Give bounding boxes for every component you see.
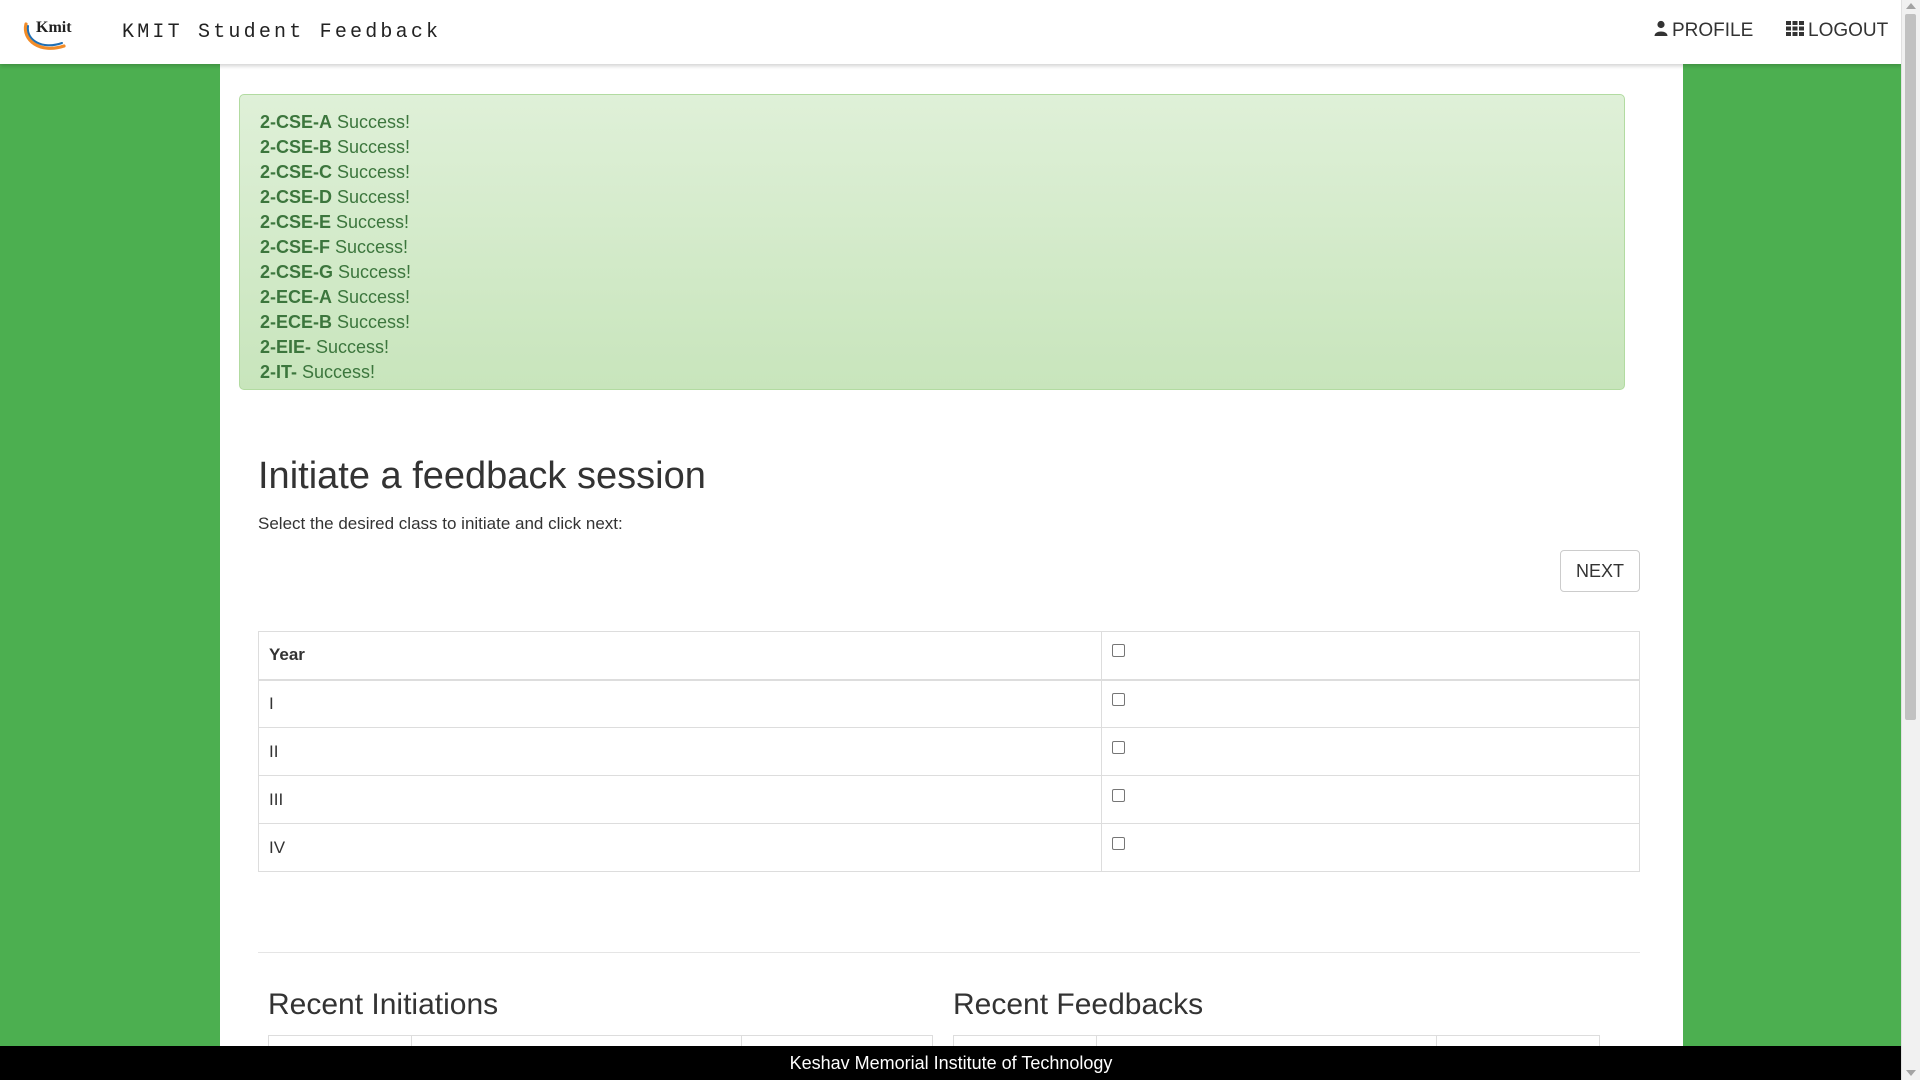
scrollbar-thumb[interactable] xyxy=(1905,14,1916,720)
kmit-logo[interactable]: Kmit xyxy=(20,10,80,54)
alert-status-text: Success! xyxy=(338,262,412,282)
page-instructions: Select the desired class to initiate and… xyxy=(258,514,623,533)
logout-label: LOGOUT xyxy=(1808,20,1889,41)
scroll-down-arrow-icon[interactable] xyxy=(1906,1070,1916,1076)
grid-icon xyxy=(1786,20,1804,42)
recent-feedbacks-table xyxy=(953,1035,1600,1046)
alert-line: 2-CSE-D Success! xyxy=(260,185,1604,210)
alert-line: 2-CSE-A Success! xyxy=(260,110,1604,135)
alert-line: 2-ECE-B Success! xyxy=(260,310,1604,335)
page-title: Initiate a feedback session xyxy=(258,455,706,497)
alert-status-text: Success! xyxy=(316,337,390,357)
year-checkbox[interactable] xyxy=(1112,740,1125,754)
main-content-panel: 2-CSE-A Success! 2-CSE-B Success! 2-CSE-C … xyxy=(220,64,1683,1046)
profile-label: PROFILE xyxy=(1672,20,1754,41)
alert-section-code: 2-CSE-A xyxy=(260,112,333,132)
recent-initiations-table xyxy=(268,1035,933,1046)
user-icon xyxy=(1654,20,1668,42)
alert-section-code: 2-CSE-G xyxy=(260,262,334,282)
logo-text: Kmit xyxy=(36,19,72,36)
alert-line: 2-ECE-A Success! xyxy=(260,285,1604,310)
year-selection-table: Year I II III IV xyxy=(258,631,1640,872)
alert-section-code: 2-EIE- xyxy=(260,337,312,357)
success-alert: 2-CSE-A Success! 2-CSE-B Success! 2-CSE-C … xyxy=(239,94,1625,390)
table-column xyxy=(268,1036,411,1046)
select-cell xyxy=(1101,775,1640,824)
table-header-row: Year xyxy=(258,631,1640,681)
alert-section-code: 2-CSE-C xyxy=(260,162,333,182)
section-divider xyxy=(258,952,1640,953)
recent-feedbacks-title: Recent Feedbacks xyxy=(953,988,1204,1021)
top-navbar: Kmit KMIT Student Feedback PROFILE LOGOU… xyxy=(0,0,1902,64)
table-row: II xyxy=(258,727,1640,776)
alert-line: 2-CSE-F Success! xyxy=(260,235,1604,260)
select-cell xyxy=(1101,679,1640,728)
year-column-header: Year xyxy=(258,631,1102,681)
alert-status-text: Success! xyxy=(337,287,411,307)
alert-status-text: Success! xyxy=(337,137,411,157)
recent-initiations-title: Recent Initiations xyxy=(268,988,499,1021)
table-column xyxy=(953,1036,1096,1046)
profile-link[interactable]: PROFILE xyxy=(1654,20,1753,42)
table-column xyxy=(1436,1036,1600,1046)
alert-status-text: Success! xyxy=(337,162,411,182)
alert-line: 2-CSE-G Success! xyxy=(260,260,1604,285)
table-row: IV xyxy=(258,823,1640,872)
alert-status-text: Success! xyxy=(302,362,376,382)
alert-line: 2-IT- Success! xyxy=(260,360,1604,385)
year-cell: I xyxy=(258,679,1102,728)
select-cell xyxy=(1101,727,1640,776)
alert-section-code: 2-CSE-D xyxy=(260,187,333,207)
app-brand-title[interactable]: KMIT Student Feedback xyxy=(122,21,441,44)
alert-line: 2-CSE-C Success! xyxy=(260,160,1604,185)
alert-status-text: Success! xyxy=(337,112,411,132)
alert-section-code: 2-IT- xyxy=(260,362,298,382)
logout-link[interactable]: LOGOUT xyxy=(1786,20,1888,42)
table-row: III xyxy=(258,775,1640,824)
alert-section-code: 2-ECE-B xyxy=(260,312,333,332)
next-button[interactable]: NEXT xyxy=(1560,550,1640,592)
alert-line: 2-EIE- Success! xyxy=(260,335,1604,360)
alert-status-text: Success! xyxy=(335,237,409,257)
year-checkbox[interactable] xyxy=(1112,692,1125,706)
year-cell: II xyxy=(258,727,1102,776)
alert-status-text: Success! xyxy=(337,312,411,332)
alert-section-code: 2-CSE-B xyxy=(260,137,333,157)
year-cell: III xyxy=(258,775,1102,824)
year-cell: IV xyxy=(258,823,1102,872)
select-all-checkbox[interactable] xyxy=(1112,644,1125,658)
alert-section-code: 2-ECE-A xyxy=(260,287,333,307)
table-row: I xyxy=(258,679,1640,728)
scroll-up-arrow-icon[interactable] xyxy=(1906,3,1916,9)
alert-section-code: 2-CSE-F xyxy=(260,237,331,257)
select-all-column-header xyxy=(1101,631,1640,681)
alert-section-code: 2-CSE-E xyxy=(260,212,332,232)
select-cell xyxy=(1101,823,1640,872)
year-checkbox[interactable] xyxy=(1112,836,1125,850)
alert-line: 2-CSE-B Success! xyxy=(260,135,1604,160)
alert-status-text: Success! xyxy=(337,187,411,207)
table-column xyxy=(741,1036,933,1046)
alert-line: 2-CSE-E Success! xyxy=(260,210,1604,235)
year-checkbox[interactable] xyxy=(1112,788,1125,802)
table-column xyxy=(411,1036,741,1046)
table-column xyxy=(1096,1036,1436,1046)
page-footer: Keshav Memorial Institute of Technology xyxy=(0,1046,1902,1080)
vertical-scrollbar[interactable] xyxy=(1901,0,1920,1080)
alert-status-text: Success! xyxy=(336,212,410,232)
